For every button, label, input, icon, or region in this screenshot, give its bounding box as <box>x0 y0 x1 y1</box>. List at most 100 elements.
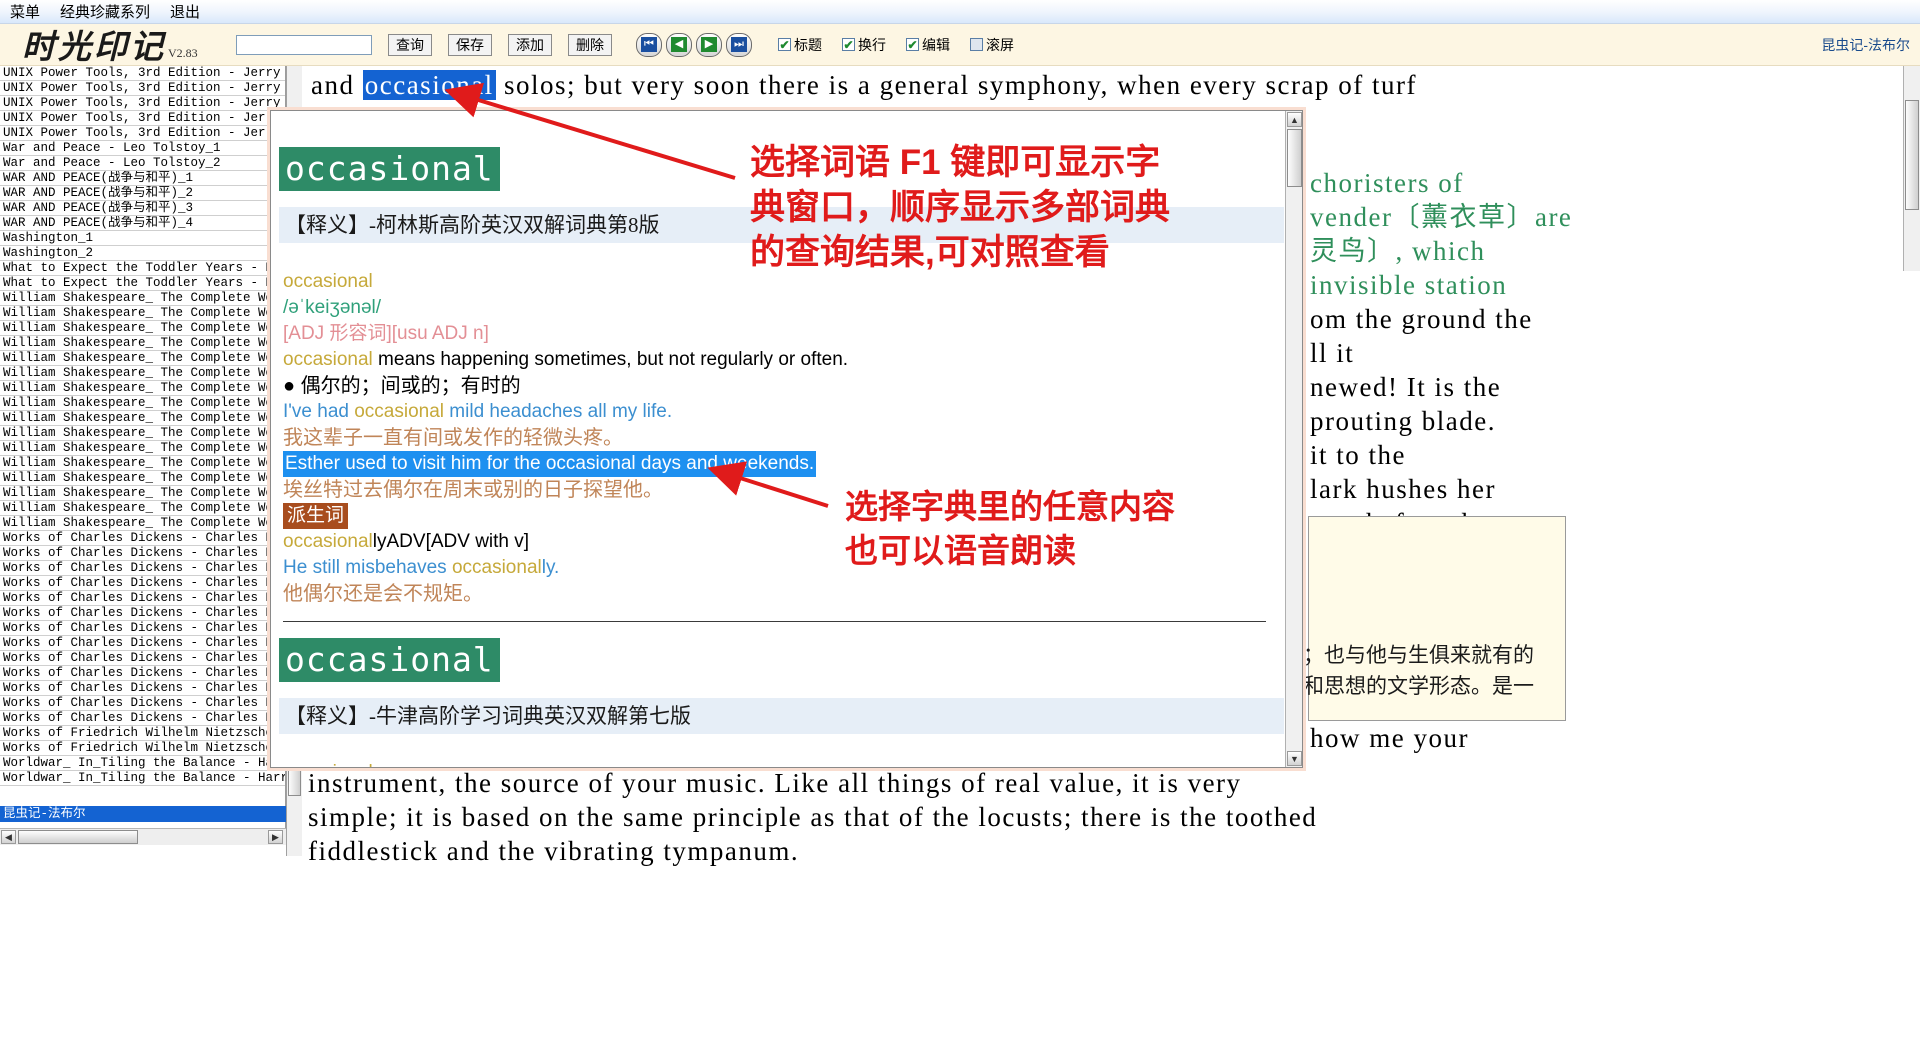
book-list-item[interactable]: William Shakespeare_ The Complete Works … <box>0 291 285 306</box>
book-list[interactable]: UNIX Power Tools, 3rd Edition - Jerry Pe… <box>0 66 286 828</box>
book-list-horizontal-scrollbar[interactable]: ◀ ▶ <box>0 828 286 845</box>
scroll-right-icon[interactable]: ▶ <box>268 830 283 844</box>
next-page-icon[interactable]: ▶ <box>696 32 722 57</box>
dictionary-example-en[interactable]: I've had occasional mild headaches all m… <box>279 399 1287 425</box>
book-list-item[interactable]: Works of Friedrich Wilhelm Nietzsche - F… <box>0 741 285 756</box>
last-page-icon[interactable]: ⏭ <box>726 32 752 57</box>
dictionary-content[interactable]: occasional 【释义】-柯林斯高阶英汉双解词典第8版 occasional /… <box>271 111 1287 767</box>
book-list-item[interactable]: William Shakespeare_ The Complete Works … <box>0 426 285 441</box>
derivative-tag: 派生词 <box>283 503 349 529</box>
first-page-icon[interactable]: ⏮ <box>636 32 662 57</box>
book-list-item[interactable]: UNIX Power Tools, 3rd Edition - Jerry Pe… <box>0 96 285 111</box>
book-list-item[interactable]: William Shakespeare_ The Complete Works … <box>0 321 285 336</box>
book-list-item[interactable]: William Shakespeare_ The Complete Works … <box>0 306 285 321</box>
checkbox-autoscroll[interactable]: ✔ 滚屏 <box>970 35 1014 55</box>
add-button[interactable]: 添加 <box>508 33 552 56</box>
book-list-item[interactable]: William Shakespeare_ The Complete Works … <box>0 366 285 381</box>
book-list-item[interactable]: William Shakespeare_ The Complete Works … <box>0 486 285 501</box>
book-list-item[interactable]: William Shakespeare_ The Complete Works … <box>0 456 285 471</box>
dictionary-example-cn[interactable]: 我这辈子一直有间或发作的轻微头疼。 <box>279 425 1287 451</box>
book-list-item[interactable]: WAR AND PEACE(战争与和平)_2 <box>0 186 285 201</box>
scroll-left-icon[interactable]: ◀ <box>1 830 16 844</box>
book-list-item[interactable]: William Shakespeare_ The Complete Works … <box>0 396 285 411</box>
delete-button[interactable]: 删除 <box>568 33 612 56</box>
book-list-item[interactable]: William Shakespeare_ The Complete Works … <box>0 336 285 351</box>
scrollbar-thumb[interactable] <box>1905 100 1919 210</box>
scroll-down-icon[interactable]: ▼ <box>1287 751 1302 766</box>
dictionary-word[interactable]: occasional <box>279 269 1287 295</box>
hscrollbar-thumb[interactable] <box>18 830 138 844</box>
book-list-item[interactable]: What to Expect the Toddler Years - Heidi… <box>0 276 285 291</box>
book-list-item[interactable]: WAR AND PEACE(战争与和平)_3 <box>0 201 285 216</box>
dictionary-word[interactable]: occasional <box>279 760 1287 767</box>
search-input[interactable] <box>236 34 372 55</box>
checkbox-wrap[interactable]: ✔ 换行 <box>842 35 886 55</box>
book-list-item[interactable]: William Shakespeare_ The Complete Works … <box>0 411 285 426</box>
book-list-item[interactable]: UNIX Power Tools, 3rd Edition - Jerry Pe… <box>0 81 285 96</box>
book-list-item[interactable]: Works of Charles Dickens - Charles Dicke… <box>0 591 285 606</box>
save-button[interactable]: 保存 <box>448 33 492 56</box>
reading-pane-scrollbar[interactable] <box>1903 66 1920 271</box>
example-post: mild headaches all my life. <box>444 401 673 422</box>
derivative-suffix: lyADV[ADV with v] <box>372 531 530 552</box>
book-list-item[interactable]: William Shakespeare_ The Complete Works … <box>0 351 285 366</box>
navigation-button-group: ⏮ ◀ ▶ ⏭ <box>636 32 752 57</box>
book-list-item[interactable]: Works of Charles Dickens - Charles Dicke… <box>0 561 285 576</box>
scrollbar-thumb[interactable] <box>1287 129 1302 187</box>
dictionary-pronunciation[interactable]: /əˈkeiʒənəl/ <box>279 295 1287 321</box>
book-list-item[interactable]: War and Peace - Leo Tolstoy_1 <box>0 141 285 156</box>
reading-bottom-line: instrument, the source of your music. Li… <box>308 768 1242 798</box>
book-list-item[interactable]: UNIX Power Tools, 3rd Edition - Jerry Pe… <box>0 126 285 141</box>
checkbox-edit[interactable]: ✔ 编辑 <box>906 35 950 55</box>
book-list-item[interactable]: William Shakespeare_ The Complete Works … <box>0 516 285 531</box>
selected-word[interactable]: occasional <box>362 70 496 100</box>
book-list-item[interactable]: WAR AND PEACE(战争与和平)_4 <box>0 216 285 231</box>
derivative-word-row[interactable]: occasionallyADV[ADV with v] <box>279 529 1287 555</box>
book-list-item[interactable]: Works of Charles Dickens - Charles Dicke… <box>0 636 285 651</box>
dictionary-example-en[interactable]: Esther used to visit him for the occasio… <box>279 451 1287 477</box>
book-list-item[interactable]: Works of Charles Dickens - Charles Dicke… <box>0 576 285 591</box>
book-list-item[interactable]: William Shakespeare_ The Complete Works … <box>0 471 285 486</box>
book-list-item[interactable]: UNIX Power Tools, 3rd Edition - Jerry Pe… <box>0 66 285 81</box>
book-list-item[interactable]: What to Expect the Toddler Years - Heidi… <box>0 261 285 276</box>
book-list-item[interactable]: Works of Charles Dickens - Charles Dicke… <box>0 621 285 636</box>
derivative-example-en[interactable]: He still misbehaves occasionally. <box>279 555 1287 581</box>
book-list-item[interactable]: Works of Charles Dickens - Charles Dicke… <box>0 546 285 561</box>
book-list-item[interactable]: Washington_2 <box>0 246 285 261</box>
book-list-item[interactable]: Works of Charles Dickens - Charles Dicke… <box>0 531 285 546</box>
reading-fragment: prouting blade. <box>1310 406 1496 436</box>
menu-bar: 菜单 经典珍藏系列 退出 <box>0 0 1920 24</box>
book-list-item[interactable]: William Shakespeare_ The Complete Works … <box>0 381 285 396</box>
book-list-item[interactable]: Works of Charles Dickens - Charles Dicke… <box>0 666 285 681</box>
example-text[interactable]: I've had occasional mild headaches all m… <box>283 401 672 422</box>
book-list-item[interactable]: Works of Charles Dickens - Charles Dicke… <box>0 711 285 726</box>
book-list-item[interactable]: War and Peace - Leo Tolstoy_2 <box>0 156 285 171</box>
app-version: V2.83 <box>168 45 198 60</box>
book-list-item[interactable]: William Shakespeare_ The Complete Works … <box>0 501 285 516</box>
dictionary-part-of-speech[interactable]: [ADJ 形容词][usu ADJ n] <box>279 321 1287 347</box>
book-list-item[interactable]: Works of Friedrich Wilhelm Nietzsche - F… <box>0 726 285 741</box>
book-list-item[interactable]: Worldwar_ In_Tiling the Balance - Harry … <box>0 756 285 771</box>
dictionary-scrollbar[interactable]: ▲ ▼ <box>1285 111 1302 767</box>
query-button[interactable]: 查询 <box>388 33 432 56</box>
dictionary-chinese-definition[interactable]: ● 偶尔的；间或的；有时的 <box>279 373 1287 399</box>
menu-item-exit[interactable]: 退出 <box>167 0 203 23</box>
dictionary-window[interactable]: occasional 【释义】-柯林斯高阶英汉双解词典第8版 occasional /… <box>270 110 1303 768</box>
book-list-item[interactable]: Works of Charles Dickens - Charles Dicke… <box>0 681 285 696</box>
book-list-item[interactable]: Works of Charles Dickens - Charles Dicke… <box>0 606 285 621</box>
selected-example-text[interactable]: Esther used to visit him for the occasio… <box>283 451 817 477</box>
reading-text-pre: and <box>311 70 363 100</box>
derivative-example-cn[interactable]: 他偶尔还是会不规矩。 <box>279 581 1287 607</box>
book-list-item[interactable]: UNIX Power Tools, 3rd Edition - Jerry Pe… <box>0 111 285 126</box>
book-list-item[interactable]: William Shakespeare_ The Complete Works … <box>0 441 285 456</box>
book-list-item[interactable]: Works of Charles Dickens - Charles Dicke… <box>0 696 285 711</box>
book-list-item[interactable]: WAR AND PEACE(战争与和平)_1 <box>0 171 285 186</box>
book-list-item[interactable]: Worldwar_ In_Tiling the Balance - Harry … <box>0 771 285 786</box>
scroll-up-icon[interactable]: ▲ <box>1287 112 1302 127</box>
book-list-item[interactable]: Washington_1 <box>0 231 285 246</box>
checkbox-title[interactable]: ✔ 标题 <box>778 35 822 55</box>
previous-page-icon[interactable]: ◀ <box>666 32 692 57</box>
book-list-item[interactable]: Works of Charles Dickens - Charles Dicke… <box>0 651 285 666</box>
dictionary-example-cn[interactable]: 埃丝特过去偶尔在周末或别的日子探望他。 <box>279 477 1287 503</box>
dictionary-definition[interactable]: occasional means happening sometimes, bu… <box>279 347 1287 373</box>
